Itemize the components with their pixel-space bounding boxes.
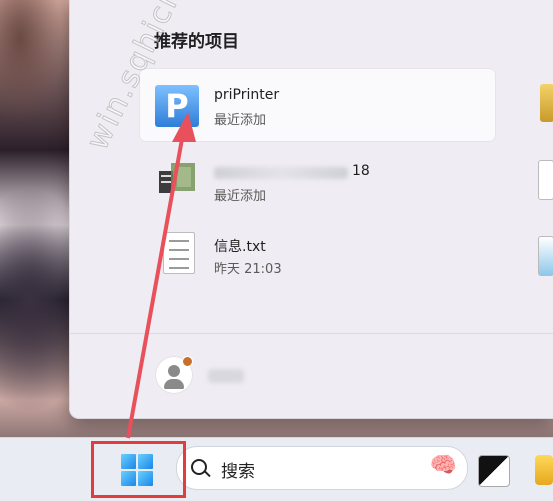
- annotation-arrow: [126, 112, 196, 439]
